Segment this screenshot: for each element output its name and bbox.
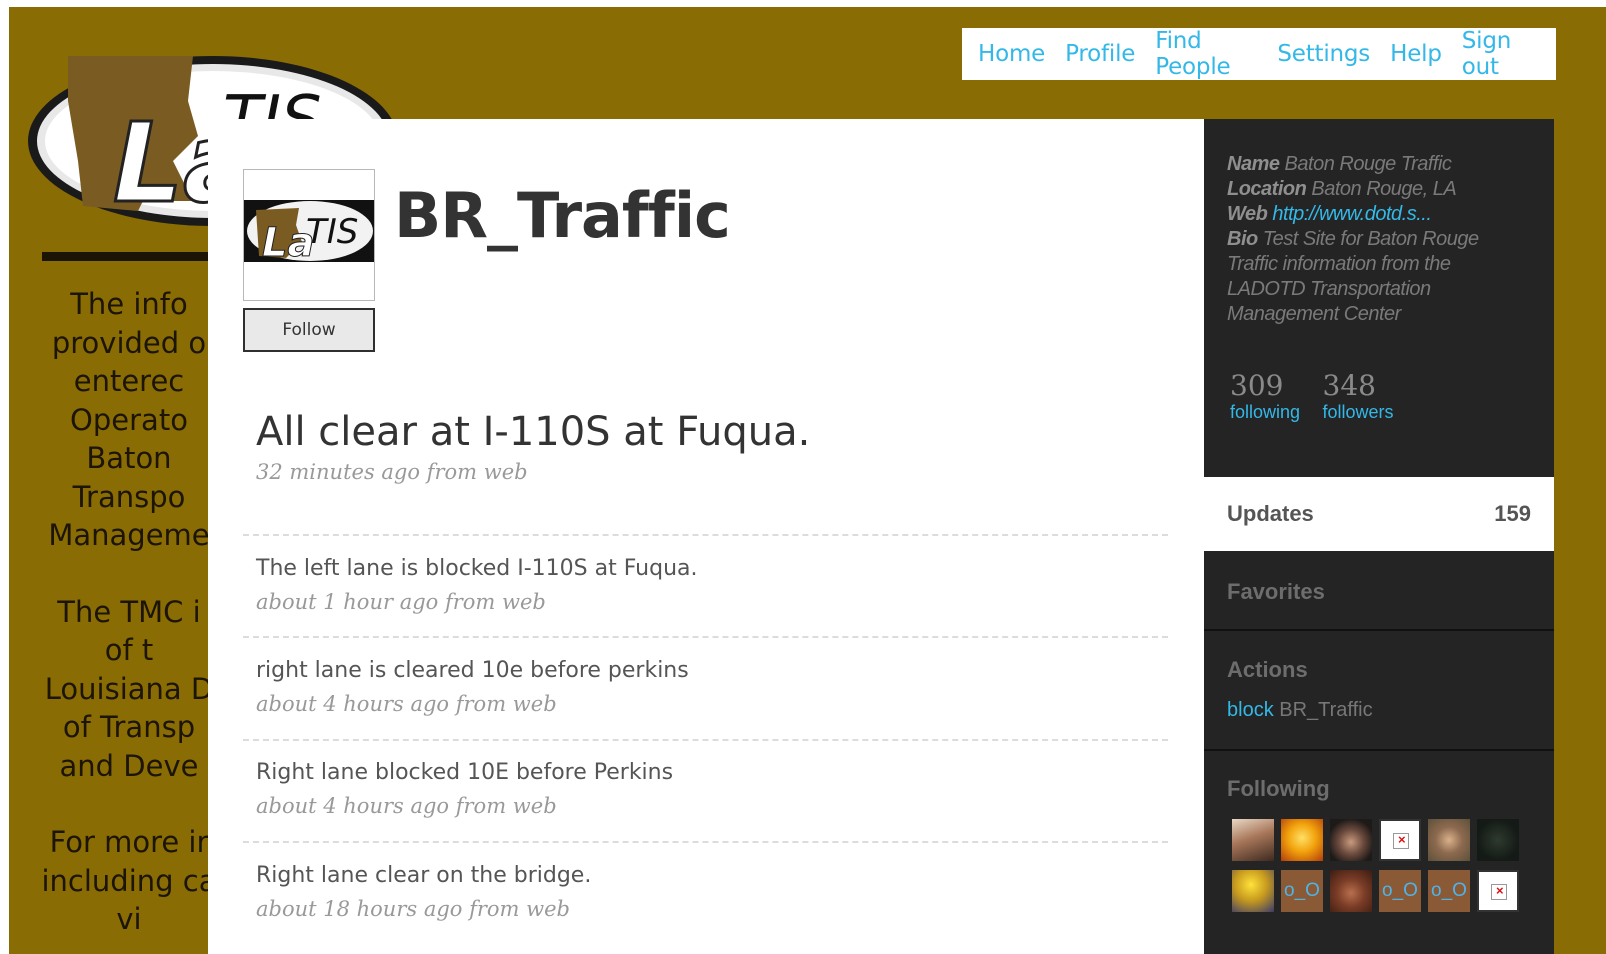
status-meta[interactable]: about 1 hour ago from web bbox=[256, 590, 546, 614]
status-text: The left lane is blocked I-110S at Fuqua… bbox=[256, 556, 698, 581]
web-label: Web bbox=[1227, 203, 1268, 225]
profile-full-name: Baton Rouge Traffic bbox=[1284, 153, 1452, 175]
follow-stats: 309 following 348 followers bbox=[1230, 371, 1412, 423]
divider bbox=[1204, 629, 1554, 631]
bg-line: and Deve bbox=[59, 748, 199, 783]
followers-stat[interactable]: 348 followers bbox=[1323, 371, 1394, 423]
bg-line: vi bbox=[116, 902, 142, 936]
bg-line: The TMC i bbox=[57, 594, 201, 629]
background-description: The info provided o enterec Operato Bato… bbox=[29, 285, 229, 939]
avatar-logo: La TIS bbox=[244, 200, 374, 267]
following-heading: Following bbox=[1227, 776, 1330, 801]
bg-line: enterec bbox=[73, 364, 185, 398]
following-avatar[interactable] bbox=[1232, 819, 1274, 861]
divider bbox=[243, 636, 1168, 638]
block-action: block BR_Traffic bbox=[1227, 699, 1373, 722]
nav-sign-out-link[interactable]: Sign out bbox=[1462, 28, 1536, 80]
status-meta[interactable]: 32 minutes ago from web bbox=[256, 460, 528, 484]
default-avatar-icon[interactable]: o_O bbox=[1428, 870, 1470, 912]
following-count: 309 bbox=[1230, 369, 1284, 402]
profile-info: Name Baton Rouge Traffic Location Baton … bbox=[1227, 152, 1527, 327]
divider bbox=[1204, 749, 1554, 751]
following-stat[interactable]: 309 following bbox=[1230, 371, 1300, 423]
bg-line: For more ir bbox=[49, 825, 209, 859]
bg-line: of t bbox=[104, 633, 154, 667]
bg-line: Baton bbox=[86, 441, 172, 475]
following-avatar[interactable] bbox=[1232, 870, 1274, 912]
nav-profile-link[interactable]: Profile bbox=[1065, 41, 1135, 67]
updates-count: 159 bbox=[1494, 501, 1531, 526]
divider bbox=[243, 841, 1168, 843]
broken-image-icon[interactable]: × bbox=[1477, 870, 1519, 912]
following-avatar[interactable] bbox=[1477, 819, 1519, 861]
updates-tab[interactable]: Updates 159 bbox=[1204, 477, 1554, 551]
profile-web-link[interactable]: http://www.dotd.s... bbox=[1272, 203, 1431, 225]
status-text: All clear at I-110S at Fuqua. bbox=[256, 409, 811, 455]
svg-text:TIS: TIS bbox=[306, 212, 358, 252]
followers-count: 348 bbox=[1322, 369, 1376, 402]
profile-screen-name: BR_Traffic bbox=[394, 179, 731, 252]
default-avatar-icon[interactable]: o_O bbox=[1379, 870, 1421, 912]
following-avatar[interactable] bbox=[1281, 819, 1323, 861]
favorites-tab[interactable]: Favorites bbox=[1227, 579, 1325, 605]
following-label[interactable]: following bbox=[1230, 401, 1300, 423]
bg-line: The info bbox=[70, 287, 188, 321]
profile-location: Baton Rouge, LA bbox=[1311, 178, 1457, 200]
status-text: right lane is cleared 10e before perkins bbox=[256, 658, 689, 683]
divider bbox=[243, 534, 1168, 536]
default-avatar-icon[interactable]: o_O bbox=[1281, 870, 1323, 912]
profile-sidebar: Name Baton Rouge Traffic Location Baton … bbox=[1204, 119, 1554, 954]
follow-button[interactable]: Follow bbox=[243, 308, 375, 352]
following-avatar[interactable] bbox=[1330, 870, 1372, 912]
block-link[interactable]: block bbox=[1227, 699, 1274, 721]
block-username: BR_Traffic bbox=[1279, 699, 1373, 721]
status-text: Right lane clear on the bridge. bbox=[256, 863, 592, 888]
bg-line: provided o bbox=[51, 325, 207, 360]
nav-find-people-link[interactable]: Find People bbox=[1155, 28, 1257, 80]
status-meta[interactable]: about 4 hours ago from web bbox=[256, 794, 557, 818]
followers-label[interactable]: followers bbox=[1323, 401, 1394, 423]
actions-heading: Actions bbox=[1227, 657, 1308, 682]
bg-line: of Transp bbox=[62, 710, 196, 744]
bg-line: Manageme bbox=[48, 518, 210, 552]
broken-image-icon[interactable]: × bbox=[1379, 819, 1421, 861]
profile-avatar[interactable]: La TIS bbox=[243, 169, 375, 301]
name-label: Name bbox=[1227, 153, 1280, 175]
bg-line: including ca bbox=[41, 863, 217, 898]
bg-line: Louisiana D bbox=[44, 671, 214, 706]
status-text: Right lane blocked 10E before Perkins bbox=[256, 760, 674, 785]
nav-settings-link[interactable]: Settings bbox=[1277, 41, 1370, 67]
location-label: Location bbox=[1227, 178, 1307, 200]
bio-label: Bio bbox=[1227, 228, 1258, 250]
top-nav: Home Profile Find People Settings Help S… bbox=[962, 28, 1556, 80]
profile-bio: Test Site for Baton Rouge Traffic inform… bbox=[1227, 228, 1479, 325]
status-meta[interactable]: about 4 hours ago from web bbox=[256, 692, 557, 716]
logo-underline bbox=[42, 252, 222, 261]
nav-home-link[interactable]: Home bbox=[978, 41, 1045, 67]
main-content: La TIS Follow BR_Traffic All clear at I-… bbox=[208, 119, 1204, 954]
status-meta[interactable]: about 18 hours ago from web bbox=[256, 897, 570, 921]
divider bbox=[243, 739, 1168, 741]
nav-help-link[interactable]: Help bbox=[1390, 41, 1442, 67]
following-avatar[interactable] bbox=[1330, 819, 1372, 861]
updates-tab-label: Updates bbox=[1227, 501, 1314, 526]
bg-line: Operato bbox=[70, 402, 188, 437]
bg-line: Transpo bbox=[72, 479, 186, 514]
following-avatar[interactable] bbox=[1428, 819, 1470, 861]
